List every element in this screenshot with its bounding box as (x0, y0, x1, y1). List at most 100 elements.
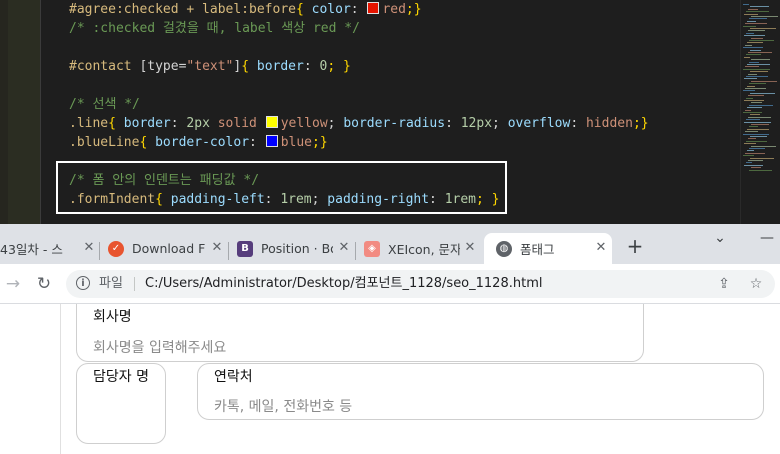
manager-field[interactable]: 담당자 명 (76, 363, 166, 444)
code-token: ;} (312, 135, 328, 150)
chevron-down-icon[interactable]: ⌄ (705, 224, 735, 252)
contact-field[interactable]: 연락처 카톡, 메일, 전화번호 등 (197, 363, 764, 420)
minimap-line (751, 80, 777, 82)
code-token: border (123, 116, 171, 131)
minimap-line (745, 88, 766, 89)
close-icon[interactable]: ✕ (82, 241, 96, 255)
info-icon[interactable]: i (76, 276, 90, 290)
minimap-line (750, 6, 769, 8)
company-label: 회사명 (93, 309, 132, 325)
code-token: : (445, 116, 461, 131)
back-arrow-icon[interactable]: → (1, 272, 25, 296)
minimap-line (751, 167, 761, 169)
code-token: color (311, 2, 351, 17)
minimap-line (746, 162, 752, 164)
tab-title: 폼태그 (520, 242, 555, 257)
minimap-line (749, 83, 766, 85)
reload-icon[interactable]: ↻ (32, 272, 56, 296)
contact-input[interactable]: 카톡, 메일, 전화번호 등 (214, 397, 352, 417)
minimap-line (743, 25, 756, 27)
code-token: : (350, 2, 367, 17)
code-token: .line (69, 116, 109, 131)
minimap-line (746, 11, 769, 13)
code-line: .blueLine{ border-color: blue;} (69, 133, 328, 152)
close-icon[interactable]: ✕ (594, 241, 608, 255)
close-icon[interactable]: ✕ (337, 241, 351, 255)
minimap-line (750, 92, 775, 94)
minimap-line (743, 112, 762, 113)
page-content: 회사명 회사명을 입력해주세요 담당자 명 연락처 카톡, 메일, 전화번호 등 (0, 304, 780, 454)
code-line: #contact [type="text"]{ border: 0; } (69, 57, 351, 76)
code-token: : (570, 116, 586, 131)
minimap-line (746, 54, 761, 56)
code-token: { (241, 59, 257, 74)
tab-1[interactable]: 43일차 - 스 ✕ (0, 233, 100, 264)
tab-active[interactable]: ◍ 폼태그 ✕ (484, 233, 612, 264)
minimap[interactable] (740, 0, 780, 224)
code-token: [type= (139, 59, 187, 74)
minimap-line (751, 59, 770, 61)
tab-4[interactable]: ◈ XEIcon, 문자 ✕ (364, 233, 481, 264)
code-token: border-radius (343, 116, 446, 131)
url-text[interactable]: C:/Users/Administrator/Desktop/컴포넌트_1128… (145, 270, 542, 298)
company-input[interactable]: 회사명을 입력해주세요 (93, 338, 226, 358)
minimap-line (744, 100, 764, 101)
code-token: red (382, 2, 406, 17)
code-token: { (139, 135, 156, 150)
code-token: border-color (155, 135, 250, 150)
tab-separator (228, 242, 229, 260)
minimap-line (750, 157, 774, 159)
minimap-line (751, 145, 776, 147)
code-token: /* 선색 */ (69, 97, 140, 112)
bookmark-star-icon[interactable]: ☆ (746, 274, 766, 294)
globe-icon: ◍ (496, 240, 512, 257)
minimap-line (749, 148, 765, 149)
minimap-line (746, 32, 754, 34)
color-swatch-icon[interactable] (265, 116, 278, 128)
code-token: ; } (327, 59, 351, 74)
color-swatch-icon[interactable] (265, 135, 278, 147)
minimap-line (744, 143, 756, 145)
address-bar[interactable]: i 파일 C:/Users/Administrator/Desktop/컴포넌트… (66, 270, 775, 298)
minimap-line (751, 37, 763, 39)
minimap-line (746, 76, 768, 77)
download-app-icon: ✓ (108, 240, 124, 257)
xeicon-icon: ◈ (364, 240, 380, 257)
close-icon[interactable]: ✕ (463, 241, 477, 255)
tab-title: 43일차 - 스 (0, 242, 63, 257)
minimap-line (744, 78, 757, 80)
close-icon[interactable]: ✕ (210, 241, 224, 255)
tab-2[interactable]: ✓ Download F ✕ (108, 233, 228, 264)
tab-3[interactable]: B Position · Bo ✕ (237, 233, 355, 264)
minimap-line (748, 116, 771, 118)
tab-title: XEIcon, 문자 (388, 242, 460, 257)
manager-label: 담당자 명 (93, 369, 149, 385)
code-token: /* :checked 걸겼을 때, label 색상 red */ (69, 21, 360, 36)
code-editor[interactable]: #agree:checked + label:before{ color: re… (0, 0, 780, 224)
code-token: ;} (405, 2, 422, 17)
code-token: overflow (507, 116, 571, 131)
tab-title: Download F (132, 241, 206, 256)
indent-line (40, 0, 41, 224)
editor-indent-guide (8, 0, 40, 224)
minimap-line (746, 119, 760, 121)
company-field[interactable]: 회사명 회사명을 입력해주세요 (76, 304, 644, 362)
minimap-line (751, 16, 778, 17)
code-token: hidden (585, 116, 633, 131)
browser-tab-bar: 43일차 - 스 ✕ ✓ Download F ✕ B Position · B… (0, 224, 780, 264)
share-icon[interactable]: ⇪ (714, 274, 734, 294)
minimap-line (750, 49, 761, 51)
contact-label: 연락처 (214, 369, 253, 385)
code-token: #contact (69, 59, 140, 74)
code-token: { (295, 2, 312, 17)
minimap-line (744, 35, 765, 37)
minimap-line (746, 97, 753, 99)
code-token: ;} (632, 116, 649, 131)
minimize-button[interactable]: — (752, 224, 780, 252)
minimap-line (743, 4, 749, 5)
code-token: yellow (280, 116, 328, 131)
color-swatch-icon[interactable] (367, 2, 380, 14)
minimap-line (747, 20, 756, 22)
new-tab-button[interactable]: + (624, 235, 646, 257)
code-token: blue (280, 135, 312, 150)
